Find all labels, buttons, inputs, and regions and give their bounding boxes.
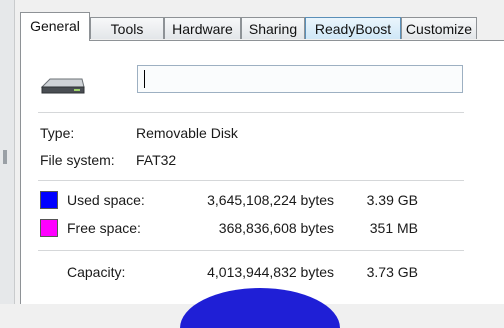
file-system-label: File system: (40, 152, 115, 168)
used-space-label: Used space: (67, 192, 145, 208)
separator (38, 112, 464, 113)
free-space-bytes: 368,836,608 bytes (218, 220, 334, 236)
removable-drive-icon (40, 78, 85, 94)
file-system-value: FAT32 (136, 152, 177, 168)
capacity-bytes: 4,013,944,832 bytes (207, 264, 334, 280)
drive-properties-window: General Tools Hardware Sharing ReadyBoos… (0, 0, 504, 328)
capacity-label: Capacity: (67, 264, 126, 280)
free-space-label: Free space: (67, 220, 141, 236)
resize-grip (3, 150, 7, 164)
tab-tools[interactable]: Tools (90, 17, 164, 39)
free-space-swatch (40, 219, 58, 237)
separator (38, 250, 464, 251)
type-label: Type: (40, 125, 75, 141)
separator (38, 180, 464, 181)
type-value: Removable Disk (136, 125, 238, 141)
tab-strip: General Tools Hardware Sharing ReadyBoos… (20, 12, 500, 41)
tab-readyboost[interactable]: ReadyBoost (305, 17, 401, 39)
tab-hardware[interactable]: Hardware (164, 17, 241, 39)
tab-general[interactable]: General (20, 12, 90, 41)
capacity-size: 3.73 GB (366, 264, 418, 280)
free-space-size: 351 MB (369, 220, 418, 236)
tab-customize[interactable]: Customize (401, 17, 477, 39)
used-space-bytes: 3,645,108,224 bytes (207, 192, 334, 208)
text-caret (144, 70, 145, 88)
tab-sharing[interactable]: Sharing (241, 17, 305, 39)
drive-name-input[interactable] (137, 65, 463, 93)
used-space-swatch (40, 191, 58, 209)
used-space-size: 3.39 GB (366, 192, 418, 208)
window-left-edge (0, 0, 15, 304)
